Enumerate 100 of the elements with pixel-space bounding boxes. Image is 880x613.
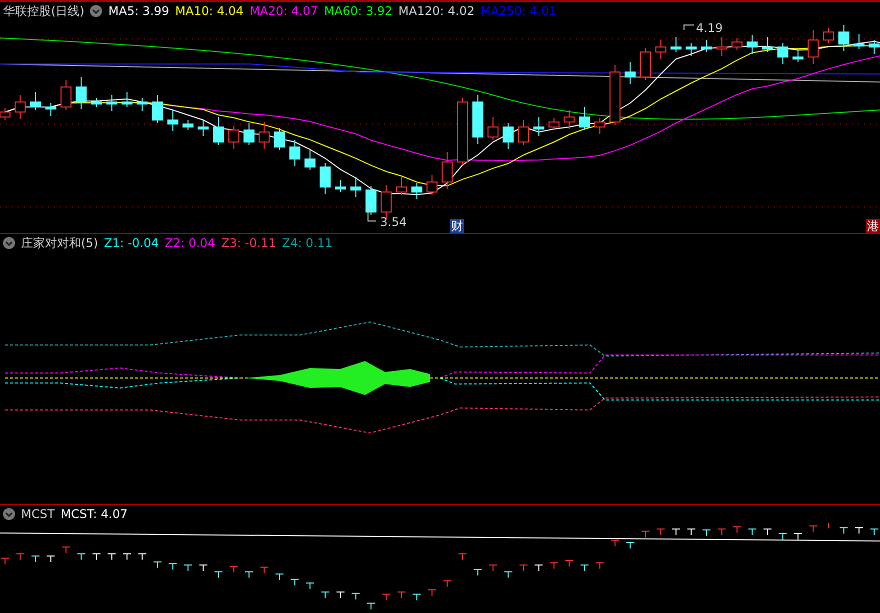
candlestick	[122, 92, 132, 108]
indicator-value: MA20: 4.07	[250, 5, 318, 17]
candlestick	[198, 120, 209, 136]
tick-mark	[168, 563, 178, 570]
collapse-toggle-icon[interactable]	[3, 237, 15, 249]
indicator-value: Z3: -0.11	[221, 237, 276, 249]
tick-mark	[244, 571, 254, 578]
candlestick	[732, 38, 742, 50]
indicator-value: MA120: 4.02	[398, 5, 474, 17]
tick-mark	[412, 594, 422, 601]
candlestick	[792, 50, 804, 62]
tick-mark	[808, 525, 818, 532]
candlestick	[777, 42, 788, 64]
tick-mark	[442, 580, 452, 588]
collapse-toggle-icon[interactable]	[3, 508, 15, 520]
candlestick	[213, 116, 224, 146]
tick-mark	[610, 540, 620, 547]
tick-mark	[351, 592, 360, 600]
tick-mark	[870, 528, 879, 536]
event-badge[interactable]: 财	[450, 219, 464, 233]
tick-mark	[580, 564, 589, 572]
candlestick	[762, 36, 773, 52]
candlestick	[488, 116, 498, 140]
tick-mark	[473, 569, 482, 576]
tick-mark	[31, 556, 40, 562]
candlestick	[868, 40, 880, 54]
candlestick	[228, 126, 240, 150]
tick-mark	[320, 592, 330, 598]
leader-line	[684, 24, 694, 30]
candlestick	[548, 118, 560, 130]
candlestick	[182, 120, 194, 130]
candlestick	[167, 110, 178, 132]
candlestick	[106, 94, 118, 112]
tick-mark	[656, 528, 666, 536]
candlestick	[304, 148, 316, 170]
tick-mark	[763, 528, 772, 536]
tick-mark	[366, 602, 376, 610]
candlestick	[396, 176, 407, 196]
collapse-toggle-icon[interactable]	[90, 5, 102, 17]
candlestick	[624, 62, 636, 84]
candlestick	[655, 40, 666, 60]
candlestick	[426, 174, 438, 196]
candlestick	[579, 106, 590, 130]
tick-mark	[748, 528, 757, 536]
tick-mark	[626, 542, 635, 549]
candlestick	[472, 94, 484, 144]
candlestick	[14, 94, 26, 120]
candlestick	[244, 122, 254, 146]
candlestick	[91, 98, 102, 108]
candlestick	[152, 94, 163, 124]
tick-mark	[122, 553, 132, 560]
candlestick	[854, 34, 864, 50]
tick-mark	[458, 553, 467, 560]
candlestick	[518, 120, 529, 146]
tick-mark	[702, 529, 711, 536]
tick-mark	[76, 553, 86, 560]
tick-mark	[519, 564, 528, 572]
leader-line	[368, 206, 376, 222]
candlestick	[258, 122, 270, 150]
candlestick	[640, 48, 651, 80]
tick-mark	[854, 527, 864, 534]
tick-mark	[397, 592, 406, 598]
tick-mark	[214, 571, 223, 578]
candlestick	[533, 116, 544, 136]
candlestick	[564, 110, 575, 130]
candlestick	[45, 102, 56, 116]
event-badge[interactable]: 港	[866, 219, 880, 233]
candlestick	[350, 176, 362, 198]
candlestick	[76, 76, 87, 110]
indicator-value: MA250: 4.01	[480, 5, 557, 17]
tick-mark	[672, 528, 680, 536]
indicator-value: MA5: 3.99	[108, 5, 170, 17]
candlestick	[502, 122, 514, 150]
price-label: 4.19	[696, 21, 723, 35]
tick-mark	[641, 530, 650, 538]
candlestick	[746, 34, 758, 54]
tick-mark	[198, 564, 208, 572]
candlestick	[442, 152, 453, 190]
tick-mark	[732, 526, 742, 534]
indicator-value: MA60: 3.92	[324, 5, 392, 17]
tick-mark	[534, 564, 544, 572]
indicator-value: Z2: 0.04	[164, 237, 216, 249]
candlestick	[289, 140, 300, 166]
tick-mark	[717, 528, 726, 536]
tick-mark	[275, 574, 284, 580]
candlestick	[136, 98, 148, 112]
candlestick	[610, 64, 620, 126]
tick-mark	[488, 564, 498, 572]
tick-mark	[107, 553, 116, 560]
tick-mark	[62, 546, 70, 554]
tick-mark	[138, 553, 147, 560]
candlestick	[366, 186, 376, 216]
candlestick	[686, 42, 697, 56]
tick-mark	[306, 582, 314, 590]
tick-mark	[336, 592, 345, 598]
tick-mark	[46, 556, 56, 562]
price-label: 3.54	[380, 215, 407, 229]
tick-mark	[794, 533, 802, 540]
tick-mark	[564, 560, 574, 567]
candlestick	[594, 118, 606, 134]
